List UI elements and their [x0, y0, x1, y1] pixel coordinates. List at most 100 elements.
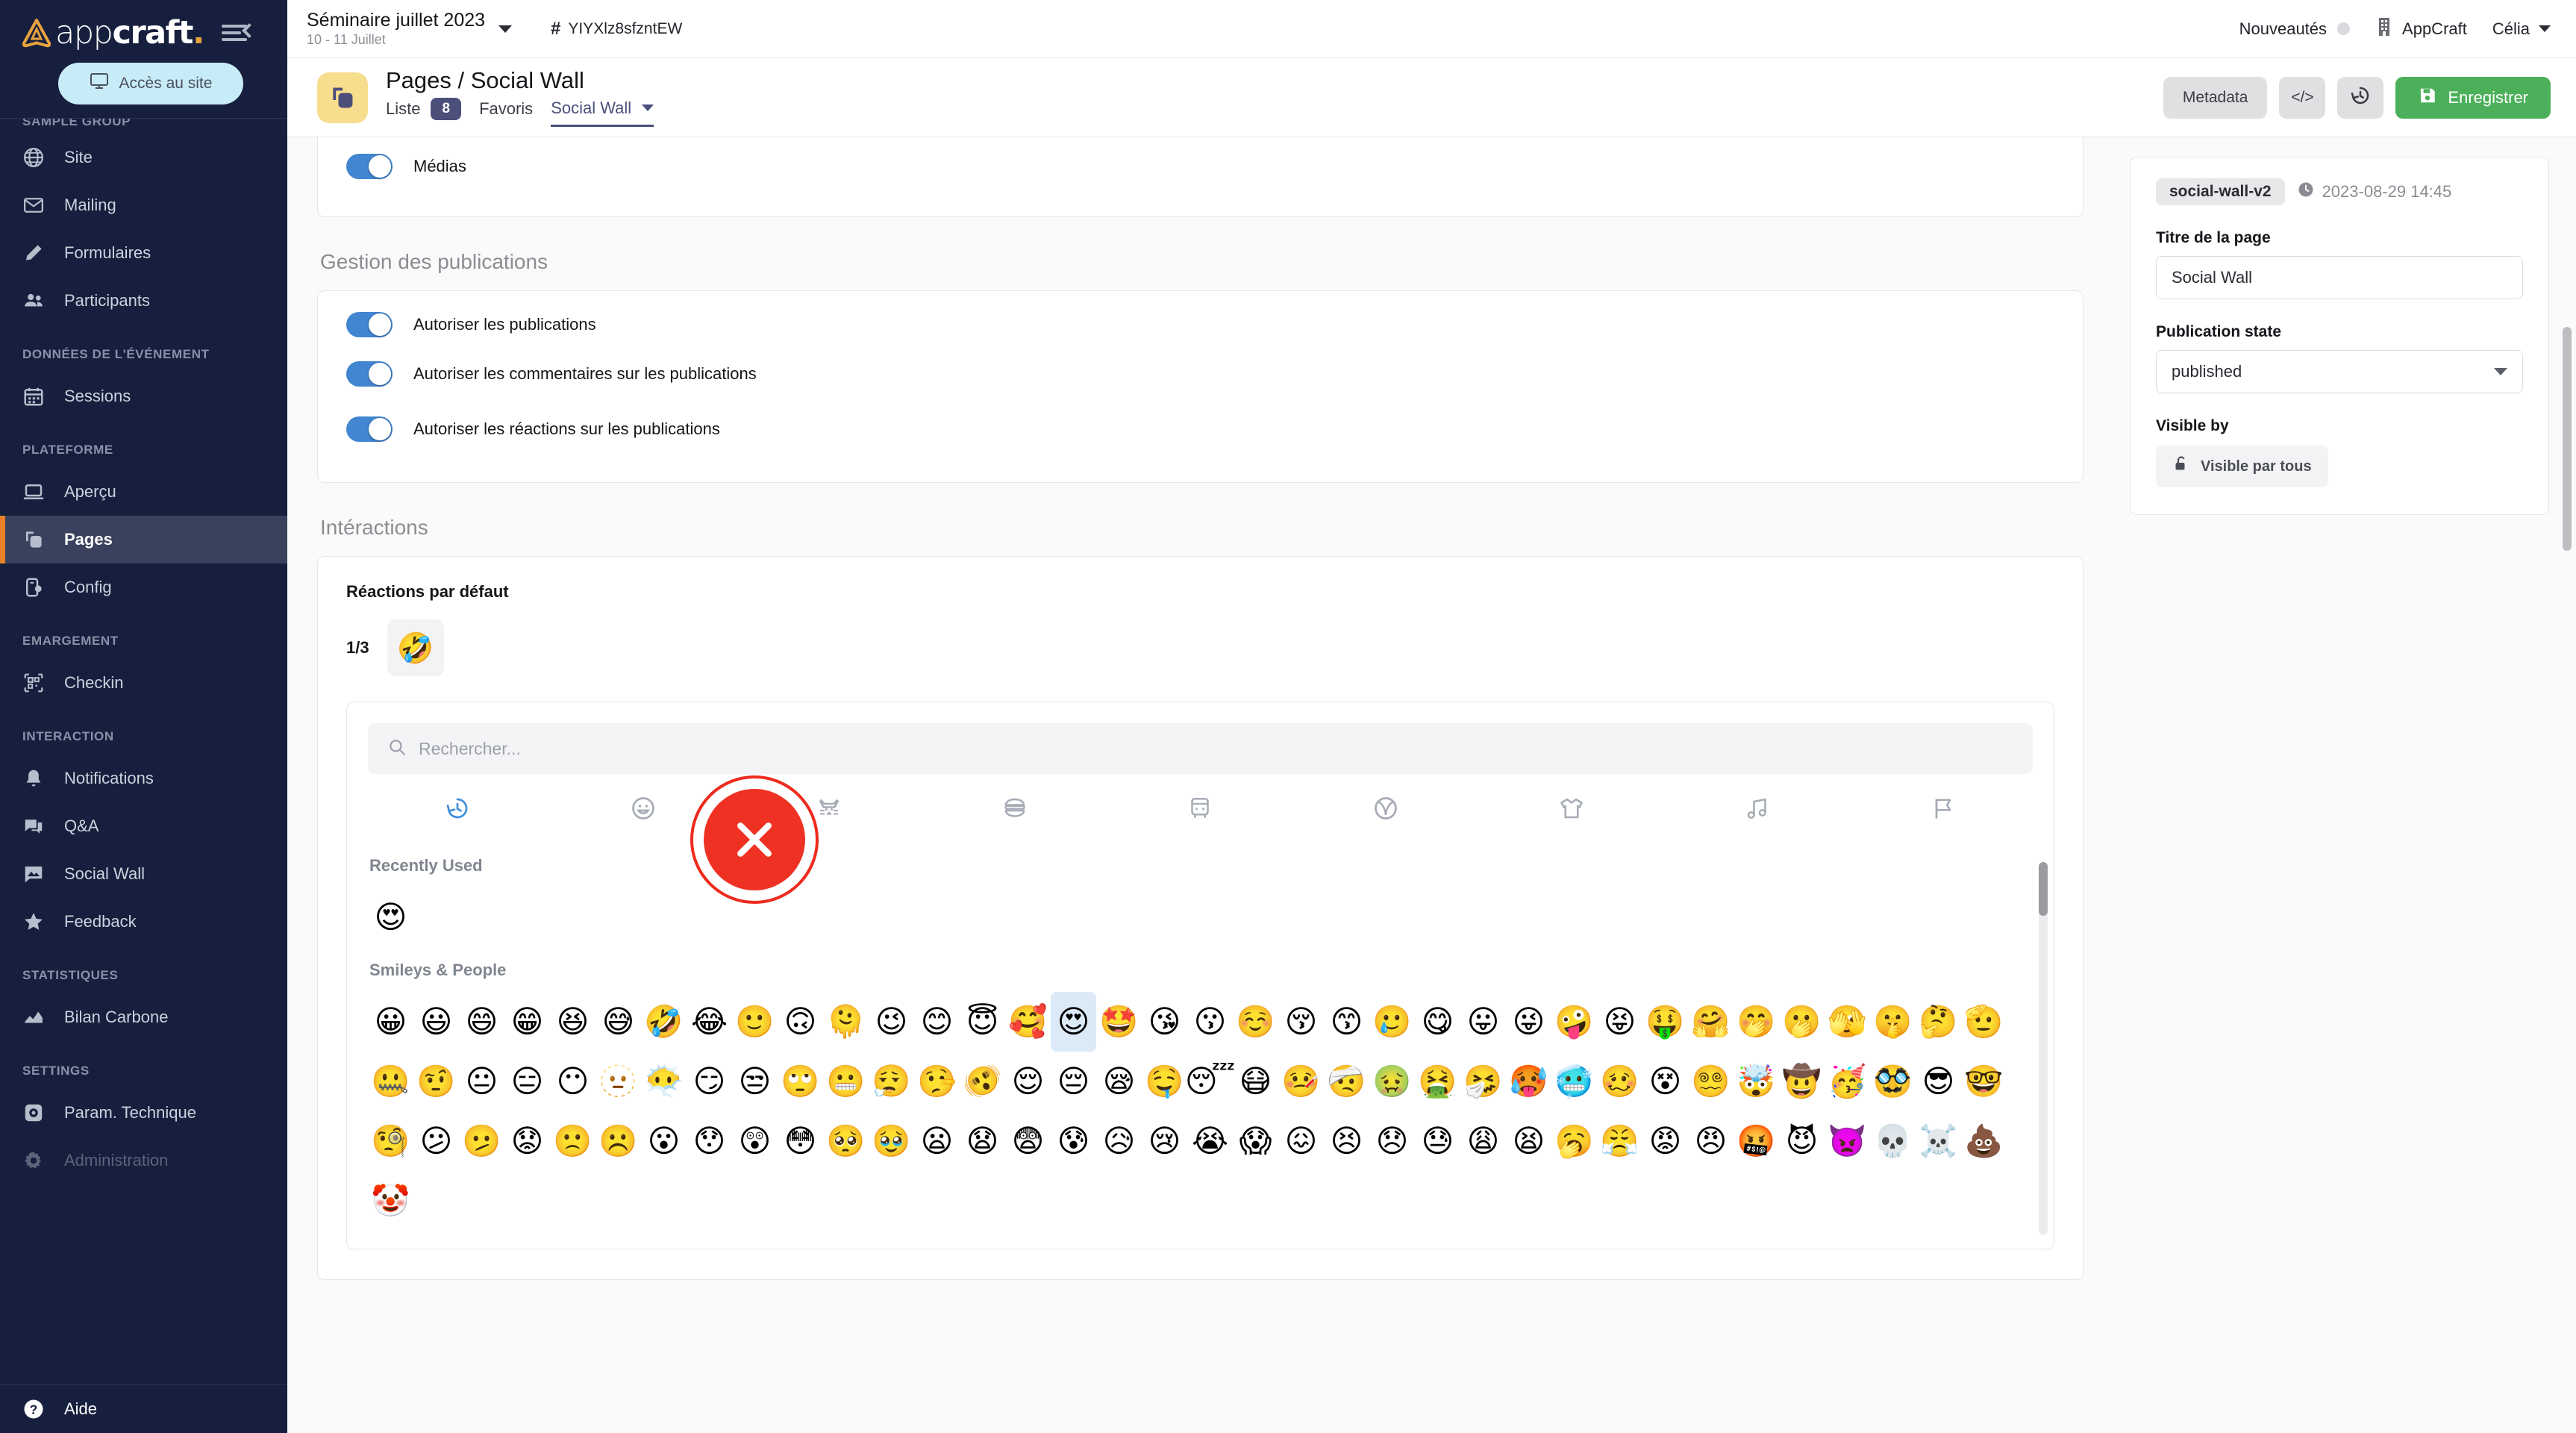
- recent-category-icon[interactable]: [439, 790, 476, 827]
- emoji-cell[interactable]: 🫣: [1825, 992, 1870, 1052]
- medias-toggle[interactable]: [346, 154, 393, 179]
- emoji-cell[interactable]: 😘: [1142, 992, 1187, 1052]
- emoji-cell[interactable]: 🥺: [823, 1111, 869, 1171]
- emoji-cell[interactable]: 🫠: [823, 992, 869, 1052]
- sidebar-item-formulaires[interactable]: Formulaires: [0, 229, 287, 277]
- emoji-cell[interactable]: 🤯: [1734, 1052, 1779, 1111]
- emoji-cell[interactable]: 🤢: [1369, 1052, 1415, 1111]
- music-category-icon[interactable]: [1739, 790, 1776, 827]
- emoji-cell[interactable]: 🤡: [368, 1171, 413, 1231]
- sidebar-item-participants[interactable]: Participants: [0, 277, 287, 325]
- emoji-cell[interactable]: 😃: [413, 992, 459, 1052]
- emoji-cell[interactable]: 😊: [914, 992, 960, 1052]
- allow-publications-toggle[interactable]: [346, 312, 393, 337]
- emoji-cell[interactable]: 😵‍💫: [1688, 1052, 1734, 1111]
- emoji-cell[interactable]: 🤗: [1688, 992, 1734, 1052]
- allow-reactions-toggle[interactable]: [346, 416, 393, 442]
- publication-state-select[interactable]: published: [2156, 350, 2523, 393]
- emoji-cell[interactable]: 🥲: [1369, 992, 1415, 1052]
- emoji-cell[interactable]: 💀: [1870, 1111, 1916, 1171]
- emoji-cell[interactable]: 😶: [550, 1052, 595, 1111]
- emoji-cell[interactable]: 😳: [778, 1111, 823, 1171]
- emoji-cell[interactable]: 😷: [1233, 1052, 1278, 1111]
- emoji-cell[interactable]: 🤬: [1734, 1111, 1779, 1171]
- emoji-cell[interactable]: 🫤: [459, 1111, 504, 1171]
- emoji-cell[interactable]: 😬: [823, 1052, 869, 1111]
- emoji-cell[interactable]: 💩: [1961, 1111, 2007, 1171]
- emoji-cell[interactable]: 🥳: [1825, 1052, 1870, 1111]
- emoji-cell[interactable]: 🤮: [1415, 1052, 1460, 1111]
- emoji-cell[interactable]: 😮: [641, 1111, 687, 1171]
- sidebar-item-apercu[interactable]: Aperçu: [0, 468, 287, 516]
- sidebar-item-mailing[interactable]: Mailing: [0, 181, 287, 229]
- visible-by-pill[interactable]: Visible par tous: [2156, 446, 2328, 487]
- emoji-cell[interactable]: 🫥: [595, 1052, 641, 1111]
- emoji-cell[interactable]: 🤧: [1460, 1052, 1506, 1111]
- emoji-cell[interactable]: 🥴: [1597, 1052, 1642, 1111]
- news-link[interactable]: Nouveautés: [2239, 19, 2350, 39]
- emoji-cell[interactable]: 😉: [869, 992, 914, 1052]
- emoji-cell[interactable]: 😐: [459, 1052, 504, 1111]
- emoji-cell[interactable]: 🫡: [1961, 992, 2007, 1052]
- sidebar-collapse-icon[interactable]: [222, 22, 254, 44]
- tab-liste[interactable]: Liste 8: [386, 98, 461, 127]
- reaction-slot-1[interactable]: 🤣: [387, 619, 444, 676]
- sidebar-item-param-technique[interactable]: Param. Technique: [0, 1089, 287, 1137]
- emoji-cell[interactable]: 😏: [687, 1052, 732, 1111]
- emoji-cell[interactable]: 🤤: [1142, 1052, 1187, 1111]
- sidebar-item-checkin[interactable]: Checkin: [0, 659, 287, 707]
- history-button[interactable]: [2337, 77, 2383, 119]
- emoji-cell[interactable]: 😜: [1506, 992, 1551, 1052]
- access-site-button[interactable]: Accès au site: [58, 63, 243, 104]
- emoji-cell[interactable]: 🤫: [1870, 992, 1916, 1052]
- emoji-cell[interactable]: 😕: [413, 1111, 459, 1171]
- emoji-cell[interactable]: 🤩: [1096, 992, 1142, 1052]
- emoji-cell[interactable]: 😙: [1324, 992, 1369, 1052]
- emoji-cell[interactable]: 😫: [1506, 1111, 1551, 1171]
- emoji-cell[interactable]: 🤓: [1961, 1052, 2007, 1111]
- emoji-cell[interactable]: 🥵: [1506, 1052, 1551, 1111]
- emoji-cell[interactable]: 😖: [1278, 1111, 1324, 1171]
- emoji-cell[interactable]: 😪: [1096, 1052, 1142, 1111]
- allow-comments-toggle[interactable]: [346, 361, 393, 387]
- emoji-cell[interactable]: 😧: [960, 1111, 1005, 1171]
- emoji-cell[interactable]: 😍: [368, 887, 413, 947]
- sidebar-item-config[interactable]: Config: [0, 563, 287, 611]
- emoji-cell[interactable]: 😱: [1233, 1111, 1278, 1171]
- save-button[interactable]: Enregistrer: [2395, 77, 2551, 119]
- emoji-cell[interactable]: 🤑: [1642, 992, 1688, 1052]
- emoji-cell[interactable]: ☹️: [595, 1111, 641, 1171]
- sidebar-item-aide[interactable]: ? Aide: [0, 1385, 287, 1433]
- emoji-cell[interactable]: 🤐: [368, 1052, 413, 1111]
- emoji-cell[interactable]: 😰: [1051, 1111, 1096, 1171]
- emoji-cell[interactable]: 😌: [1005, 1052, 1051, 1111]
- emoji-cell[interactable]: 😎: [1916, 1052, 1961, 1111]
- event-selector[interactable]: Séminaire juillet 2023 10 - 11 Juillet: [307, 10, 512, 47]
- emoji-cell[interactable]: 😆: [550, 992, 595, 1052]
- emoji-cell[interactable]: 😋: [1415, 992, 1460, 1052]
- emoji-cell[interactable]: 🫢: [1779, 992, 1825, 1052]
- page-title-input[interactable]: Social Wall: [2156, 256, 2523, 299]
- emoji-cell[interactable]: 😩: [1460, 1111, 1506, 1171]
- emoji-cell[interactable]: 😇: [960, 992, 1005, 1052]
- event-code[interactable]: # YIYXlz8sfzntEW: [551, 19, 682, 40]
- smileys-category-icon[interactable]: [625, 790, 662, 827]
- emoji-cell[interactable]: 👿: [1825, 1111, 1870, 1171]
- emoji-cell[interactable]: ☺️: [1233, 992, 1278, 1052]
- emoji-cell[interactable]: 😞: [1369, 1111, 1415, 1171]
- emoji-cell[interactable]: 😓: [1415, 1111, 1460, 1171]
- emoji-cell[interactable]: 😭: [1187, 1111, 1233, 1171]
- page-scrollbar[interactable]: [2563, 148, 2572, 1433]
- emoji-cell[interactable]: 🧐: [368, 1111, 413, 1171]
- emoji-cell[interactable]: 🥹: [869, 1111, 914, 1171]
- emoji-cell[interactable]: 😒: [732, 1052, 778, 1111]
- emoji-cell[interactable]: 😚: [1278, 992, 1324, 1052]
- sidebar-item-notifications[interactable]: Notifications: [0, 755, 287, 802]
- emoji-cell[interactable]: 🤒: [1278, 1052, 1324, 1111]
- emoji-cell[interactable]: 🥱: [1551, 1111, 1597, 1171]
- emoji-cell[interactable]: 😗: [1187, 992, 1233, 1052]
- emoji-cell[interactable]: 🤨: [413, 1052, 459, 1111]
- emoji-cell[interactable]: 😁: [504, 992, 550, 1052]
- emoji-cell[interactable]: 🤥: [914, 1052, 960, 1111]
- emoji-cell[interactable]: 😈: [1779, 1111, 1825, 1171]
